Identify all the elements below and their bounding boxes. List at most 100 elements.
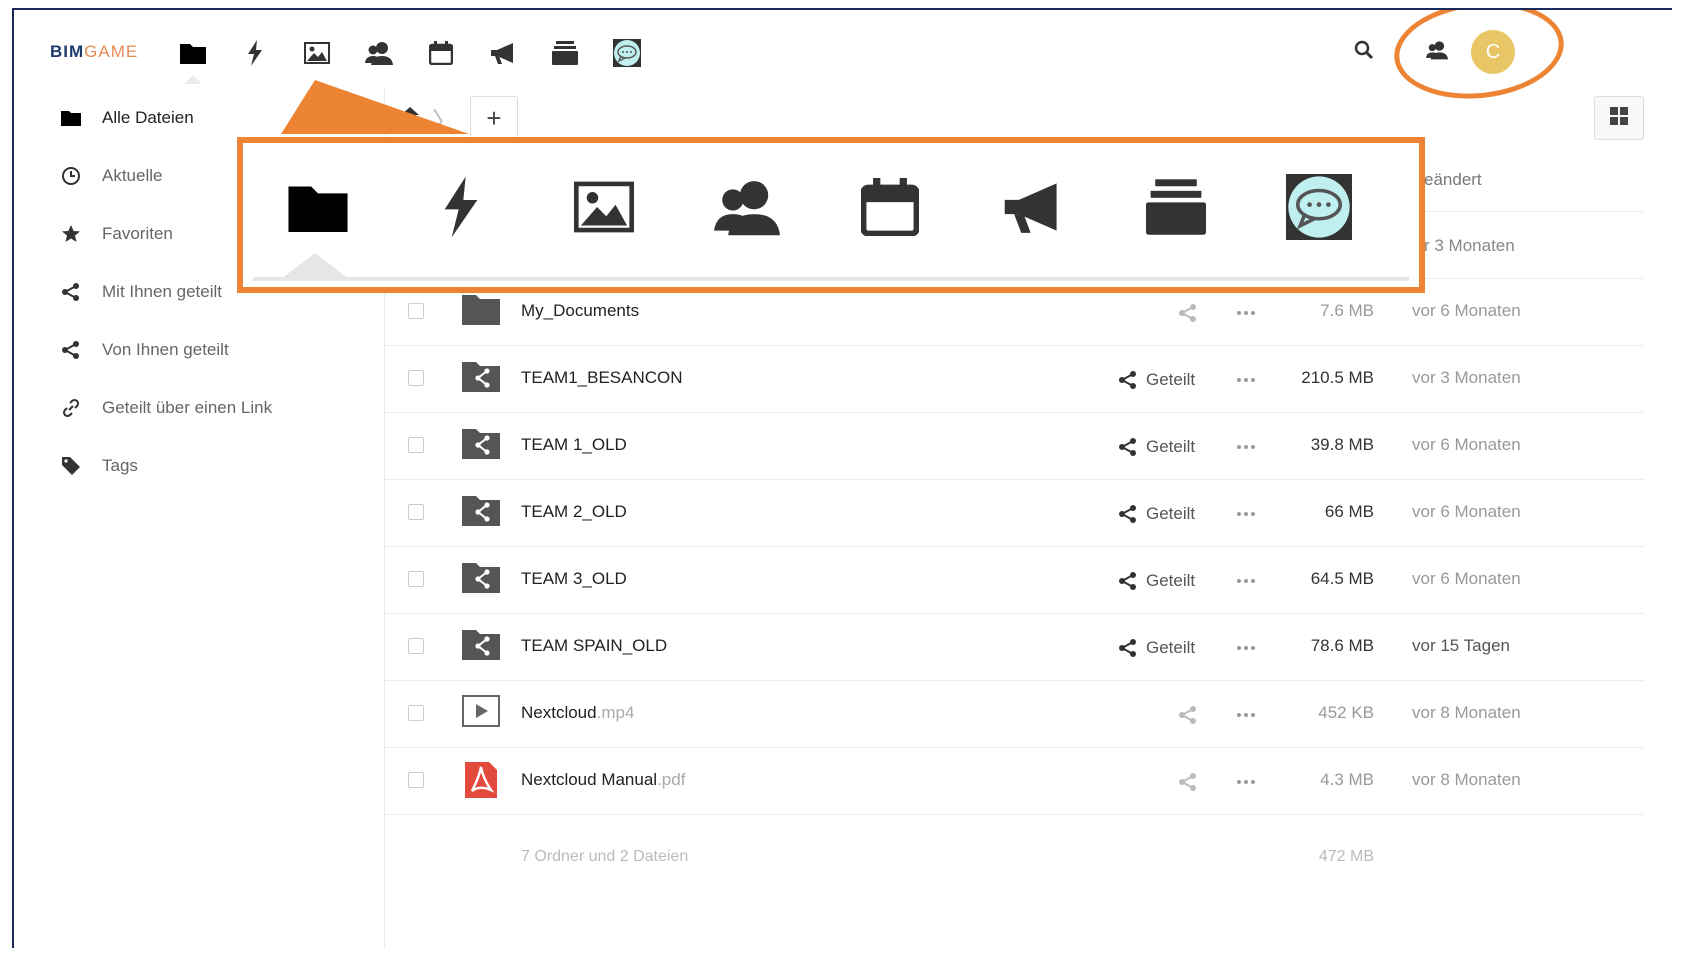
share-icon xyxy=(1179,706,1196,724)
share-button[interactable]: Geteilt xyxy=(1118,435,1195,459)
share-button[interactable]: Geteilt xyxy=(1118,636,1195,660)
file-size: 66 MB xyxy=(1324,502,1374,521)
share-icon xyxy=(60,281,82,303)
share-icon xyxy=(1119,572,1136,590)
clock-icon xyxy=(60,165,82,187)
more-actions-icon[interactable] xyxy=(1234,770,1258,794)
file-name-text: My_Documents xyxy=(521,301,640,320)
calendar-icon[interactable] xyxy=(410,36,472,70)
row-checkbox[interactable] xyxy=(408,370,424,386)
table-row[interactable]: TEAM SPAIN_OLD Geteilt 78.6 MB vor 15 Ta… xyxy=(384,614,1644,681)
row-checkbox[interactable] xyxy=(408,772,424,788)
activity-icon[interactable] xyxy=(224,36,286,70)
home-icon[interactable] xyxy=(400,106,420,129)
file-name-text: TEAM 1_OLD xyxy=(521,435,627,454)
table-row[interactable]: Nextcloud Manual.pdf 4.3 MB vor 8 Monate… xyxy=(384,748,1644,815)
annotation-zoom-box xyxy=(237,137,1425,293)
file-name[interactable]: TEAM1_BESANCON xyxy=(521,368,683,388)
share-button[interactable]: Geteilt xyxy=(1118,569,1195,593)
more-actions-icon[interactable] xyxy=(1234,569,1258,593)
more-actions-icon[interactable] xyxy=(1234,368,1258,392)
zoom-divider xyxy=(253,277,1409,281)
file-size: 4.3 MB xyxy=(1320,770,1374,789)
row-checkbox[interactable] xyxy=(408,437,424,453)
share-button[interactable]: Geteilt xyxy=(1118,502,1195,526)
sidebar-item-label: Geteilt über einen Link xyxy=(102,398,273,417)
row-checkbox[interactable] xyxy=(408,504,424,520)
logo-text-game: GAME xyxy=(84,42,139,61)
share-button[interactable] xyxy=(1178,703,1206,727)
file-name[interactable]: Nextcloud.mp4 xyxy=(521,703,634,723)
gallery-icon[interactable] xyxy=(286,36,348,70)
file-size: 78.6 MB xyxy=(1310,636,1374,655)
file-name[interactable]: TEAM SPAIN_OLD xyxy=(521,636,667,656)
files-icon[interactable] xyxy=(162,36,224,84)
share-icon xyxy=(1179,773,1196,791)
share-button[interactable] xyxy=(1178,770,1206,794)
sidebar-item-label: Mit Ihnen geteilt xyxy=(102,282,223,301)
add-button[interactable]: + xyxy=(470,96,518,140)
share-button[interactable]: Geteilt xyxy=(1118,368,1195,392)
sidebar-item-shared-with-you[interactable]: Mit Ihnen geteilt xyxy=(60,277,222,307)
row-checkbox[interactable] xyxy=(408,638,424,654)
file-modified: vor 8 Monaten xyxy=(1412,770,1521,789)
file-modified: vor 8 Monaten xyxy=(1412,703,1521,722)
file-name[interactable]: TEAM 1_OLD xyxy=(521,435,627,455)
share-icon xyxy=(60,339,82,361)
table-row[interactable]: Nextcloud.mp4 452 KB vor 8 Monaten xyxy=(384,681,1644,748)
sidebar-item-all-files[interactable]: Alle Dateien xyxy=(60,103,194,133)
deck-icon[interactable] xyxy=(534,36,596,70)
file-name-text: TEAM1_BESANCON xyxy=(521,368,683,387)
file-modified: vor 6 Monaten xyxy=(1412,435,1521,454)
file-name-text: Nextcloud Manual xyxy=(521,770,658,789)
column-header-modified[interactable]: eändert xyxy=(1424,170,1482,190)
more-actions-icon[interactable] xyxy=(1234,301,1258,325)
file-name[interactable]: TEAM 3_OLD xyxy=(521,569,627,589)
table-row[interactable]: TEAM 2_OLD Geteilt 66 MB vor 6 Monaten xyxy=(384,480,1644,547)
calendar-icon xyxy=(850,167,930,247)
tag-icon xyxy=(60,455,82,477)
more-actions-icon[interactable] xyxy=(1234,636,1258,660)
file-extension: .mp4 xyxy=(596,703,635,722)
file-modified: vor 6 Monaten xyxy=(1412,502,1521,521)
more-actions-icon[interactable] xyxy=(1234,703,1258,727)
sidebar-item-shared-by-you[interactable]: Von Ihnen geteilt xyxy=(60,335,229,365)
search-icon[interactable] xyxy=(1354,40,1374,65)
grid-view-toggle[interactable] xyxy=(1594,96,1644,140)
activity-icon xyxy=(421,167,501,247)
share-icon xyxy=(1119,438,1136,456)
shared-folder-icon xyxy=(462,427,500,463)
sidebar-item-label: Von Ihnen geteilt xyxy=(102,340,229,359)
file-name[interactable]: Nextcloud Manual.pdf xyxy=(521,770,685,790)
row-checkbox[interactable] xyxy=(408,303,424,319)
sidebar-item-recent[interactable]: Aktuelle xyxy=(60,161,162,191)
logo[interactable]: BIMGAME xyxy=(50,42,138,62)
file-modified: r 3 Monaten xyxy=(1424,236,1515,255)
announcements-icon[interactable] xyxy=(472,36,534,70)
file-name-text: Nextcloud xyxy=(521,703,597,722)
sidebar-item-tags[interactable]: Tags xyxy=(60,451,138,481)
app-window: BIMGAME C Alle Dateien Aktuelle Favorite… xyxy=(12,8,1672,948)
contacts-icon[interactable] xyxy=(348,36,410,70)
sidebar-item-label: Tags xyxy=(102,456,138,475)
link-icon xyxy=(60,397,82,419)
total-size: 472 MB xyxy=(1318,848,1374,865)
sidebar-item-shared-by-link[interactable]: Geteilt über einen Link xyxy=(60,393,272,423)
file-name[interactable]: TEAM 2_OLD xyxy=(521,502,627,522)
video-file-icon xyxy=(462,695,500,731)
star-icon xyxy=(60,223,82,245)
sidebar-item-favorites[interactable]: Favoriten xyxy=(60,219,173,249)
more-actions-icon[interactable] xyxy=(1234,502,1258,526)
row-checkbox[interactable] xyxy=(408,705,424,721)
table-row[interactable]: TEAM 3_OLD Geteilt 64.5 MB vor 6 Monaten xyxy=(384,547,1644,614)
talk-icon[interactable] xyxy=(596,36,658,70)
more-actions-icon[interactable] xyxy=(1234,435,1258,459)
share-button[interactable] xyxy=(1178,301,1206,325)
row-checkbox[interactable] xyxy=(408,571,424,587)
folder-icon xyxy=(462,293,500,329)
file-name[interactable]: My_Documents xyxy=(521,301,639,321)
file-name-text: TEAM SPAIN_OLD xyxy=(521,636,668,655)
table-row[interactable]: TEAM1_BESANCON Geteilt 210.5 MB vor 3 Mo… xyxy=(384,346,1644,413)
file-size: 39.8 MB xyxy=(1310,435,1374,454)
table-row[interactable]: TEAM 1_OLD Geteilt 39.8 MB vor 6 Monaten xyxy=(384,413,1644,480)
